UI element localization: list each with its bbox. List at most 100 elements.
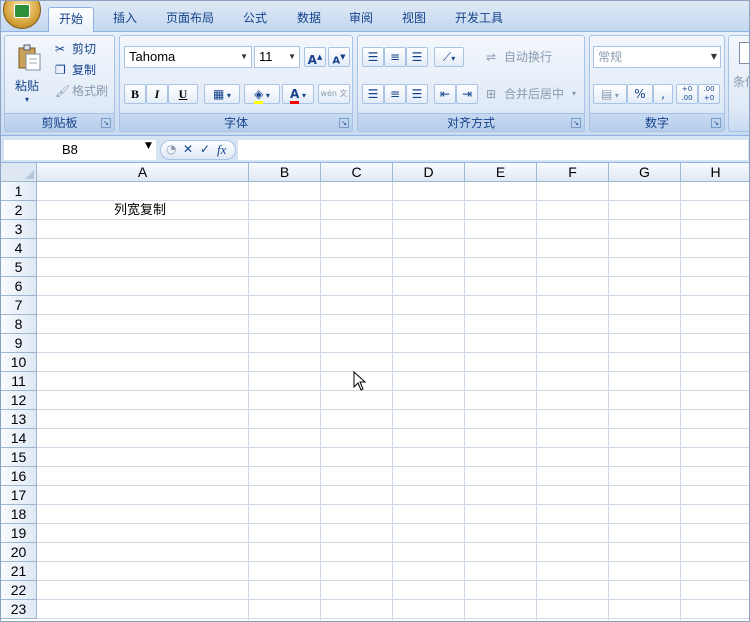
grow-font-button[interactable]: A▲ <box>304 47 326 67</box>
shrink-font-button[interactable]: A▼ <box>328 47 350 67</box>
underline-button[interactable]: U <box>168 84 198 104</box>
tab-review[interactable]: 审阅 <box>341 7 381 32</box>
font-group: Tahoma ▼ 11 ▼ A▲ A▼ B I U ▦ ▾ ◈ ▾ A ▾ wé… <box>119 35 353 132</box>
align-top-button[interactable]: ☰ <box>362 47 384 67</box>
borders-button[interactable]: ▦ ▾ <box>204 84 240 104</box>
grid-line <box>37 409 749 410</box>
insert-function-button[interactable]: fx <box>217 142 226 158</box>
row-header[interactable]: 16 <box>1 467 37 486</box>
percent-style-button[interactable]: % <box>627 84 653 104</box>
confirm-entry-button[interactable]: ✓ <box>200 142 210 156</box>
align-right-button[interactable]: ☰ <box>406 84 428 104</box>
increase-decimal-button[interactable]: +0 .00 <box>676 84 698 104</box>
decrease-indent-button[interactable]: ⇤ <box>434 84 456 104</box>
align-bottom-button[interactable]: ☰ <box>406 47 428 67</box>
formula-input[interactable] <box>238 140 748 160</box>
clipboard-launcher-icon[interactable]: ↘ <box>101 118 111 128</box>
column-header[interactable]: D <box>393 163 465 182</box>
row-header[interactable]: 3 <box>1 220 37 239</box>
grid-line <box>37 599 749 600</box>
font-color-button[interactable]: A ▾ <box>282 84 314 104</box>
grid-line <box>37 390 749 391</box>
orientation-button[interactable]: ⟋▾ <box>434 47 464 67</box>
conditional-format-icon[interactable] <box>739 42 749 64</box>
select-all-button[interactable] <box>1 163 37 182</box>
grid-line <box>37 561 749 562</box>
row-header[interactable]: 18 <box>1 505 37 524</box>
bold-button[interactable]: B <box>124 84 146 104</box>
align-center-button[interactable]: ≡ <box>384 84 406 104</box>
grid-line <box>37 466 749 467</box>
worksheet-grid[interactable]: A B C D E F G H 1 2 3 4 5 6 7 8 9 10 11 … <box>1 163 749 621</box>
cancel-entry-button[interactable]: ✕ <box>183 142 193 156</box>
number-launcher-icon[interactable]: ↘ <box>711 118 721 128</box>
row-header[interactable]: 22 <box>1 581 37 600</box>
row-header[interactable]: 8 <box>1 315 37 334</box>
row-header[interactable]: 4 <box>1 239 37 258</box>
align-middle-button[interactable]: ≡ <box>384 47 406 67</box>
column-header[interactable]: A <box>37 163 249 182</box>
phonetic-button[interactable]: wén 文 <box>318 84 350 104</box>
copy-button[interactable]: ❐ 复制 <box>55 62 111 80</box>
row-header[interactable]: 11 <box>1 372 37 391</box>
grid-line <box>392 182 393 621</box>
tab-home[interactable]: 开始 <box>48 7 94 33</box>
conditional-format-label[interactable]: 条件 <box>733 74 749 90</box>
row-header[interactable]: 12 <box>1 391 37 410</box>
font-color-icon: A <box>289 87 300 104</box>
tab-page-layout[interactable]: 页面布局 <box>159 7 221 32</box>
alignment-launcher-icon[interactable]: ↘ <box>571 118 581 128</box>
fill-color-button[interactable]: ◈ ▾ <box>244 84 280 104</box>
row-header[interactable]: 1 <box>1 182 37 201</box>
column-header[interactable]: H <box>681 163 749 182</box>
row-header[interactable]: 14 <box>1 429 37 448</box>
decrease-decimal-button[interactable]: .00 +0 <box>698 84 720 104</box>
comma-style-button[interactable]: , <box>653 84 673 104</box>
column-header[interactable]: G <box>609 163 681 182</box>
grid-line <box>37 257 749 258</box>
merge-center-label: 合并后居中 <box>504 87 565 101</box>
tab-view[interactable]: 视图 <box>394 7 434 32</box>
accounting-format-button[interactable]: ▤ ▾ <box>593 84 627 104</box>
row-header[interactable]: 7 <box>1 296 37 315</box>
column-header[interactable]: C <box>321 163 393 182</box>
font-size-value: 11 <box>259 49 273 64</box>
tab-developer[interactable]: 开发工具 <box>447 7 511 32</box>
chevron-down-icon: ▾ <box>451 54 456 63</box>
cut-button[interactable]: ✂ 剪切 <box>55 41 111 59</box>
increase-indent-button[interactable]: ⇥ <box>456 84 478 104</box>
row-header[interactable]: 13 <box>1 410 37 429</box>
column-header[interactable]: E <box>465 163 537 182</box>
row-header[interactable]: 20 <box>1 543 37 562</box>
format-painter-button[interactable]: 🖌 格式刷 <box>55 83 113 101</box>
row-header[interactable]: 6 <box>1 277 37 296</box>
row-header[interactable]: 17 <box>1 486 37 505</box>
tab-formulas[interactable]: 公式 <box>235 7 275 32</box>
italic-button[interactable]: I <box>146 84 168 104</box>
row-header[interactable]: 9 <box>1 334 37 353</box>
column-header[interactable]: B <box>249 163 321 182</box>
column-header[interactable]: F <box>537 163 609 182</box>
office-button[interactable] <box>3 1 41 29</box>
merge-cells-icon: ⊞ <box>486 87 497 101</box>
row-header[interactable]: 10 <box>1 353 37 372</box>
row-header[interactable]: 19 <box>1 524 37 543</box>
row-header[interactable]: 23 <box>1 600 37 619</box>
font-name-select[interactable]: Tahoma ▼ <box>124 46 252 68</box>
wrap-text-button[interactable]: ⇌ 自动换行 <box>486 48 582 66</box>
tab-data[interactable]: 数据 <box>289 7 329 32</box>
row-header[interactable]: 2 <box>1 201 37 220</box>
name-box[interactable]: B8 <box>4 140 156 160</box>
cell-a2[interactable]: 列宽复制 <box>114 201 166 220</box>
font-launcher-icon[interactable]: ↘ <box>339 118 349 128</box>
merge-center-button[interactable]: ⊞ 合并后居中 ▾ <box>486 85 584 103</box>
row-header[interactable]: 5 <box>1 258 37 277</box>
align-left-button[interactable]: ☰ <box>362 84 384 104</box>
paste-button[interactable]: 粘贴 ▾ <box>9 40 49 110</box>
font-size-select[interactable]: 11 ▼ <box>254 46 300 68</box>
number-format-select[interactable]: 常规 ▼ <box>593 46 721 68</box>
tab-insert[interactable]: 插入 <box>105 7 145 32</box>
chevron-down-icon[interactable]: ▼ <box>145 141 152 151</box>
row-header[interactable]: 21 <box>1 562 37 581</box>
row-header[interactable]: 15 <box>1 448 37 467</box>
